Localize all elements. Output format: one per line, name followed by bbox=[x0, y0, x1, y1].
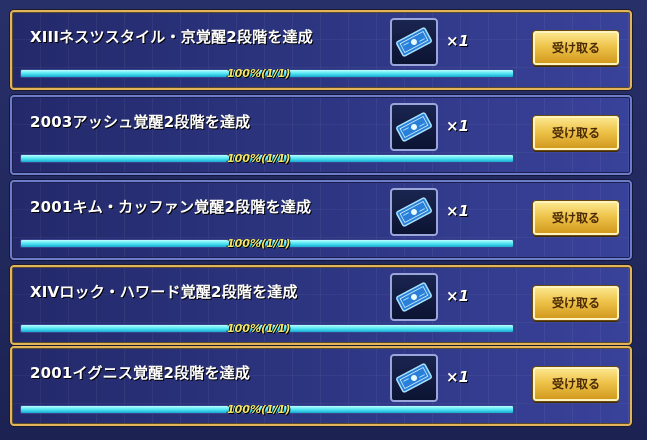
progress-text: 100%(1/1) bbox=[227, 67, 291, 80]
reward-item[interactable] bbox=[390, 354, 438, 402]
awakening-ticket-icon bbox=[396, 282, 432, 312]
reward-item[interactable] bbox=[390, 103, 438, 151]
mission-row: 2003アッシュ覚醒2段階を達成 ×1 受け取る 100%(1/1) bbox=[10, 95, 632, 175]
progress-text: 100%(1/1) bbox=[227, 322, 291, 335]
progress-text: 100%(1/1) bbox=[227, 152, 291, 165]
awakening-ticket-icon bbox=[396, 363, 432, 393]
awakening-ticket-icon bbox=[396, 112, 432, 142]
mission-title: XIIIネスツスタイル・京覚醒2段階を達成 bbox=[30, 28, 313, 46]
awakening-ticket-icon bbox=[396, 197, 432, 227]
reward-quantity: ×1 bbox=[446, 287, 470, 305]
mission-title: 2001キム・カッファン覚醒2段階を達成 bbox=[30, 198, 312, 216]
claim-button[interactable]: 受け取る bbox=[533, 116, 619, 150]
mission-row: XIVロック・ハワード覚醒2段階を達成 ×1 受け取る 100%(1/1) bbox=[10, 265, 632, 345]
claim-button[interactable]: 受け取る bbox=[533, 286, 619, 320]
reward-quantity: ×1 bbox=[446, 202, 470, 220]
reward-quantity: ×1 bbox=[446, 368, 470, 386]
mission-title: 2001イグニス覚醒2段階を達成 bbox=[30, 364, 251, 382]
reward-quantity: ×1 bbox=[446, 117, 470, 135]
mission-title: 2003アッシュ覚醒2段階を達成 bbox=[30, 113, 251, 131]
mission-row: XIIIネスツスタイル・京覚醒2段階を達成 ×1 受け取る 100%(1/1) bbox=[10, 10, 632, 90]
reward-item[interactable] bbox=[390, 188, 438, 236]
reward-item[interactable] bbox=[390, 273, 438, 321]
progress-text: 100%(1/1) bbox=[227, 403, 291, 416]
reward-quantity: ×1 bbox=[446, 32, 470, 50]
claim-button[interactable]: 受け取る bbox=[533, 31, 619, 65]
reward-item[interactable] bbox=[390, 18, 438, 66]
mission-row: 2001イグニス覚醒2段階を達成 ×1 受け取る 100%(1/1) bbox=[10, 346, 632, 426]
claim-button[interactable]: 受け取る bbox=[533, 201, 619, 235]
progress-text: 100%(1/1) bbox=[227, 237, 291, 250]
mission-title: XIVロック・ハワード覚醒2段階を達成 bbox=[30, 283, 298, 301]
claim-button[interactable]: 受け取る bbox=[533, 367, 619, 401]
mission-row: 2001キム・カッファン覚醒2段階を達成 ×1 受け取る 100%(1/1) bbox=[10, 180, 632, 260]
awakening-ticket-icon bbox=[396, 27, 432, 57]
